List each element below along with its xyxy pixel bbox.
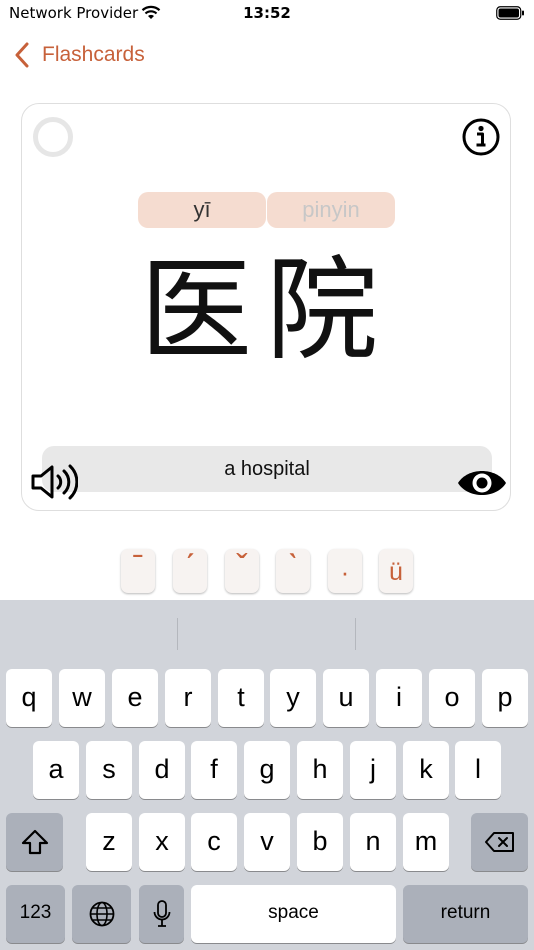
hanzi-characters: 医院 (140, 246, 392, 376)
key-k[interactable]: k (403, 741, 449, 799)
key-h[interactable]: h (297, 741, 343, 799)
flashcard: yī pinyin 医院 a hospital (21, 103, 511, 511)
shift-key[interactable] (6, 813, 63, 871)
key-c[interactable]: c (191, 813, 237, 871)
back-button[interactable]: Flashcards (14, 40, 145, 70)
key-z[interactable]: z (86, 813, 132, 871)
tone-key-label: ˉ (132, 548, 144, 586)
eye-icon[interactable] (456, 464, 508, 502)
key-m[interactable]: m (403, 813, 449, 871)
key-l[interactable]: l (455, 741, 501, 799)
speaker-icon[interactable] (30, 462, 78, 502)
suggestion-divider (355, 618, 356, 650)
suggestion-divider (177, 618, 178, 650)
key-b[interactable]: b (297, 813, 343, 871)
key-j[interactable]: j (350, 741, 396, 799)
chevron-left-icon (15, 42, 29, 68)
backspace-key[interactable] (471, 813, 528, 871)
clock: 13:52 (243, 4, 291, 22)
key-t[interactable]: t (218, 669, 264, 727)
key-d[interactable]: d (139, 741, 185, 799)
microphone-icon (153, 900, 170, 927)
battery-icon (496, 6, 524, 20)
key-u[interactable]: u (323, 669, 369, 727)
tone-key-third[interactable]: ˇ (225, 549, 259, 593)
tone-key-label: ˊ (184, 548, 196, 586)
key-r[interactable]: r (165, 669, 211, 727)
status-bar: Network Provider 13:52 (0, 0, 534, 28)
key-a[interactable]: a (33, 741, 79, 799)
shift-icon (21, 829, 48, 855)
progress-ring-icon (33, 117, 73, 157)
tone-key-first[interactable]: ˉ (121, 549, 155, 593)
key-o[interactable]: o (429, 669, 475, 727)
meaning-text: a hospital (42, 446, 492, 492)
key-w[interactable]: w (59, 669, 105, 727)
tone-key-fourth[interactable]: ˋ (276, 549, 310, 593)
tone-key-label: ˇ (236, 548, 248, 586)
key-f[interactable]: f (191, 741, 237, 799)
tone-key-u-umlaut[interactable]: ü (379, 549, 413, 593)
microphone-key[interactable] (139, 885, 184, 943)
key-p[interactable]: p (482, 669, 528, 727)
pinyin-answer: yī (138, 192, 266, 228)
key-g[interactable]: g (244, 741, 290, 799)
key-v[interactable]: v (244, 813, 290, 871)
backspace-icon (484, 832, 514, 852)
numbers-key[interactable]: 123 (6, 885, 65, 943)
tone-key-label: · (340, 557, 350, 587)
key-i[interactable]: i (376, 669, 422, 727)
key-e[interactable]: e (112, 669, 158, 727)
return-key[interactable]: return (403, 885, 528, 943)
globe-icon (89, 901, 114, 927)
tone-key-neutral[interactable]: · (328, 549, 362, 593)
key-q[interactable]: q (6, 669, 52, 727)
key-x[interactable]: x (139, 813, 185, 871)
tone-key-second[interactable]: ˊ (173, 549, 207, 593)
pinyin-input[interactable]: pinyin (267, 192, 395, 228)
info-icon[interactable] (461, 117, 501, 157)
space-key[interactable]: space (191, 885, 396, 943)
key-n[interactable]: n (350, 813, 396, 871)
tone-key-label: ü (389, 558, 403, 586)
key-s[interactable]: s (86, 741, 132, 799)
tone-key-label: ˋ (287, 548, 299, 586)
key-y[interactable]: y (270, 669, 316, 727)
back-label: Flashcards (42, 43, 145, 66)
keyboard: q w e r t y u i o p a s d f g h j k l z … (0, 600, 534, 950)
globe-key[interactable] (72, 885, 131, 943)
